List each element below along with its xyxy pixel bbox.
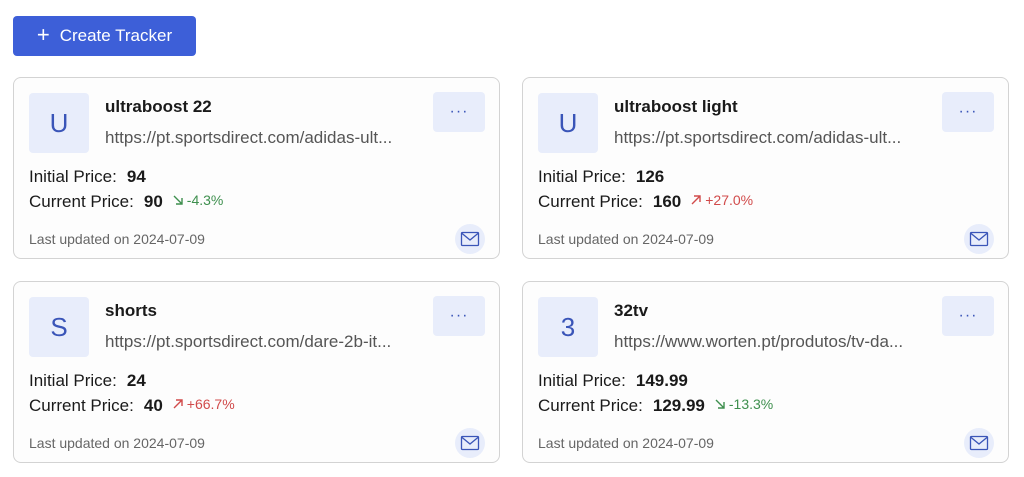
avatar: U (538, 93, 598, 153)
current-price-row: Current Price: 40 +66.7% (29, 396, 235, 416)
tracker-url-link[interactable]: https://pt.sportsdirect.com/adidas-ult..… (614, 128, 932, 148)
initial-price-value: 24 (126, 371, 146, 390)
tracker-card: U ultraboost light https://pt.sportsdire… (522, 77, 1009, 259)
last-updated: Last updated on 2024-07-09 (538, 435, 714, 451)
email-alert-button[interactable] (964, 428, 994, 458)
mail-icon (969, 231, 989, 247)
initial-price-value: 126 (635, 167, 665, 186)
create-tracker-button[interactable]: + Create Tracker (13, 16, 196, 56)
create-tracker-label: Create Tracker (59, 26, 173, 45)
arrow-up-right-icon (691, 195, 701, 205)
initial-price-row: Initial Price: 24 (29, 371, 154, 391)
price-change-value: -4.3% (186, 192, 224, 208)
mail-icon (460, 231, 480, 247)
arrow-down-right-icon (173, 195, 183, 205)
avatar: S (29, 297, 89, 357)
tracker-title: shorts (105, 301, 157, 320)
tracker-url-link[interactable]: https://pt.sportsdirect.com/adidas-ult..… (105, 128, 423, 148)
current-price-label: Current Price: (29, 396, 134, 415)
price-change: +27.0% (689, 192, 753, 208)
price-change: +66.7% (171, 396, 235, 412)
initial-price-row: Initial Price: 94 (29, 167, 154, 187)
tracker-card: S shorts https://pt.sportsdirect.com/dar… (13, 281, 500, 463)
price-change: -13.3% (713, 396, 773, 412)
current-price-label: Current Price: (538, 192, 643, 211)
current-price-label: Current Price: (29, 192, 134, 211)
ellipsis-icon: ··· (449, 103, 469, 120)
price-change: -4.3% (171, 192, 224, 208)
last-updated: Last updated on 2024-07-09 (538, 231, 714, 247)
initial-price-label: Initial Price: (538, 371, 626, 390)
current-price-label: Current Price: (538, 396, 643, 415)
plus-icon: + (36, 22, 50, 47)
tracker-url-link[interactable]: https://www.worten.pt/produtos/tv-da... (614, 332, 932, 352)
initial-price-value: 149.99 (635, 371, 688, 390)
current-price-value: 160 (652, 192, 682, 211)
more-options-button[interactable]: ··· (433, 92, 485, 132)
ellipsis-icon: ··· (958, 307, 978, 324)
ellipsis-icon: ··· (449, 307, 469, 324)
initial-price-value: 94 (126, 167, 146, 186)
avatar: U (29, 93, 89, 153)
tracker-title: 32tv (614, 301, 649, 320)
current-price-row: Current Price: 160 +27.0% (538, 192, 753, 212)
email-alert-button[interactable] (455, 428, 485, 458)
current-price-value: 40 (143, 396, 163, 415)
avatar: 3 (538, 297, 598, 357)
current-price-row: Current Price: 90 -4.3% (29, 192, 223, 212)
email-alert-button[interactable] (964, 224, 994, 254)
email-alert-button[interactable] (455, 224, 485, 254)
ellipsis-icon: ··· (958, 103, 978, 120)
price-change-value: +66.7% (186, 396, 235, 412)
last-updated: Last updated on 2024-07-09 (29, 231, 205, 247)
tracker-title: ultraboost 22 (105, 97, 212, 116)
price-change-value: +27.0% (705, 192, 754, 208)
current-price-row: Current Price: 129.99 -13.3% (538, 396, 773, 416)
mail-icon (460, 435, 480, 451)
initial-price-label: Initial Price: (538, 167, 626, 186)
initial-price-label: Initial Price: (29, 371, 117, 390)
mail-icon (969, 435, 989, 451)
more-options-button[interactable]: ··· (942, 296, 994, 336)
current-price-value: 90 (143, 192, 163, 211)
tracker-card: U ultraboost 22 https://pt.sportsdirect.… (13, 77, 500, 259)
more-options-button[interactable]: ··· (433, 296, 485, 336)
arrow-down-right-icon (715, 399, 725, 409)
arrow-up-right-icon (173, 399, 183, 409)
initial-price-label: Initial Price: (29, 167, 117, 186)
last-updated: Last updated on 2024-07-09 (29, 435, 205, 451)
initial-price-row: Initial Price: 126 (538, 167, 672, 187)
current-price-value: 129.99 (652, 396, 705, 415)
tracker-url-link[interactable]: https://pt.sportsdirect.com/dare-2b-it..… (105, 332, 423, 352)
price-change-value: -13.3% (728, 396, 774, 412)
more-options-button[interactable]: ··· (942, 92, 994, 132)
tracker-card: 3 32tv https://www.worten.pt/produtos/tv… (522, 281, 1009, 463)
initial-price-row: Initial Price: 149.99 (538, 371, 696, 391)
tracker-title: ultraboost light (614, 97, 738, 116)
